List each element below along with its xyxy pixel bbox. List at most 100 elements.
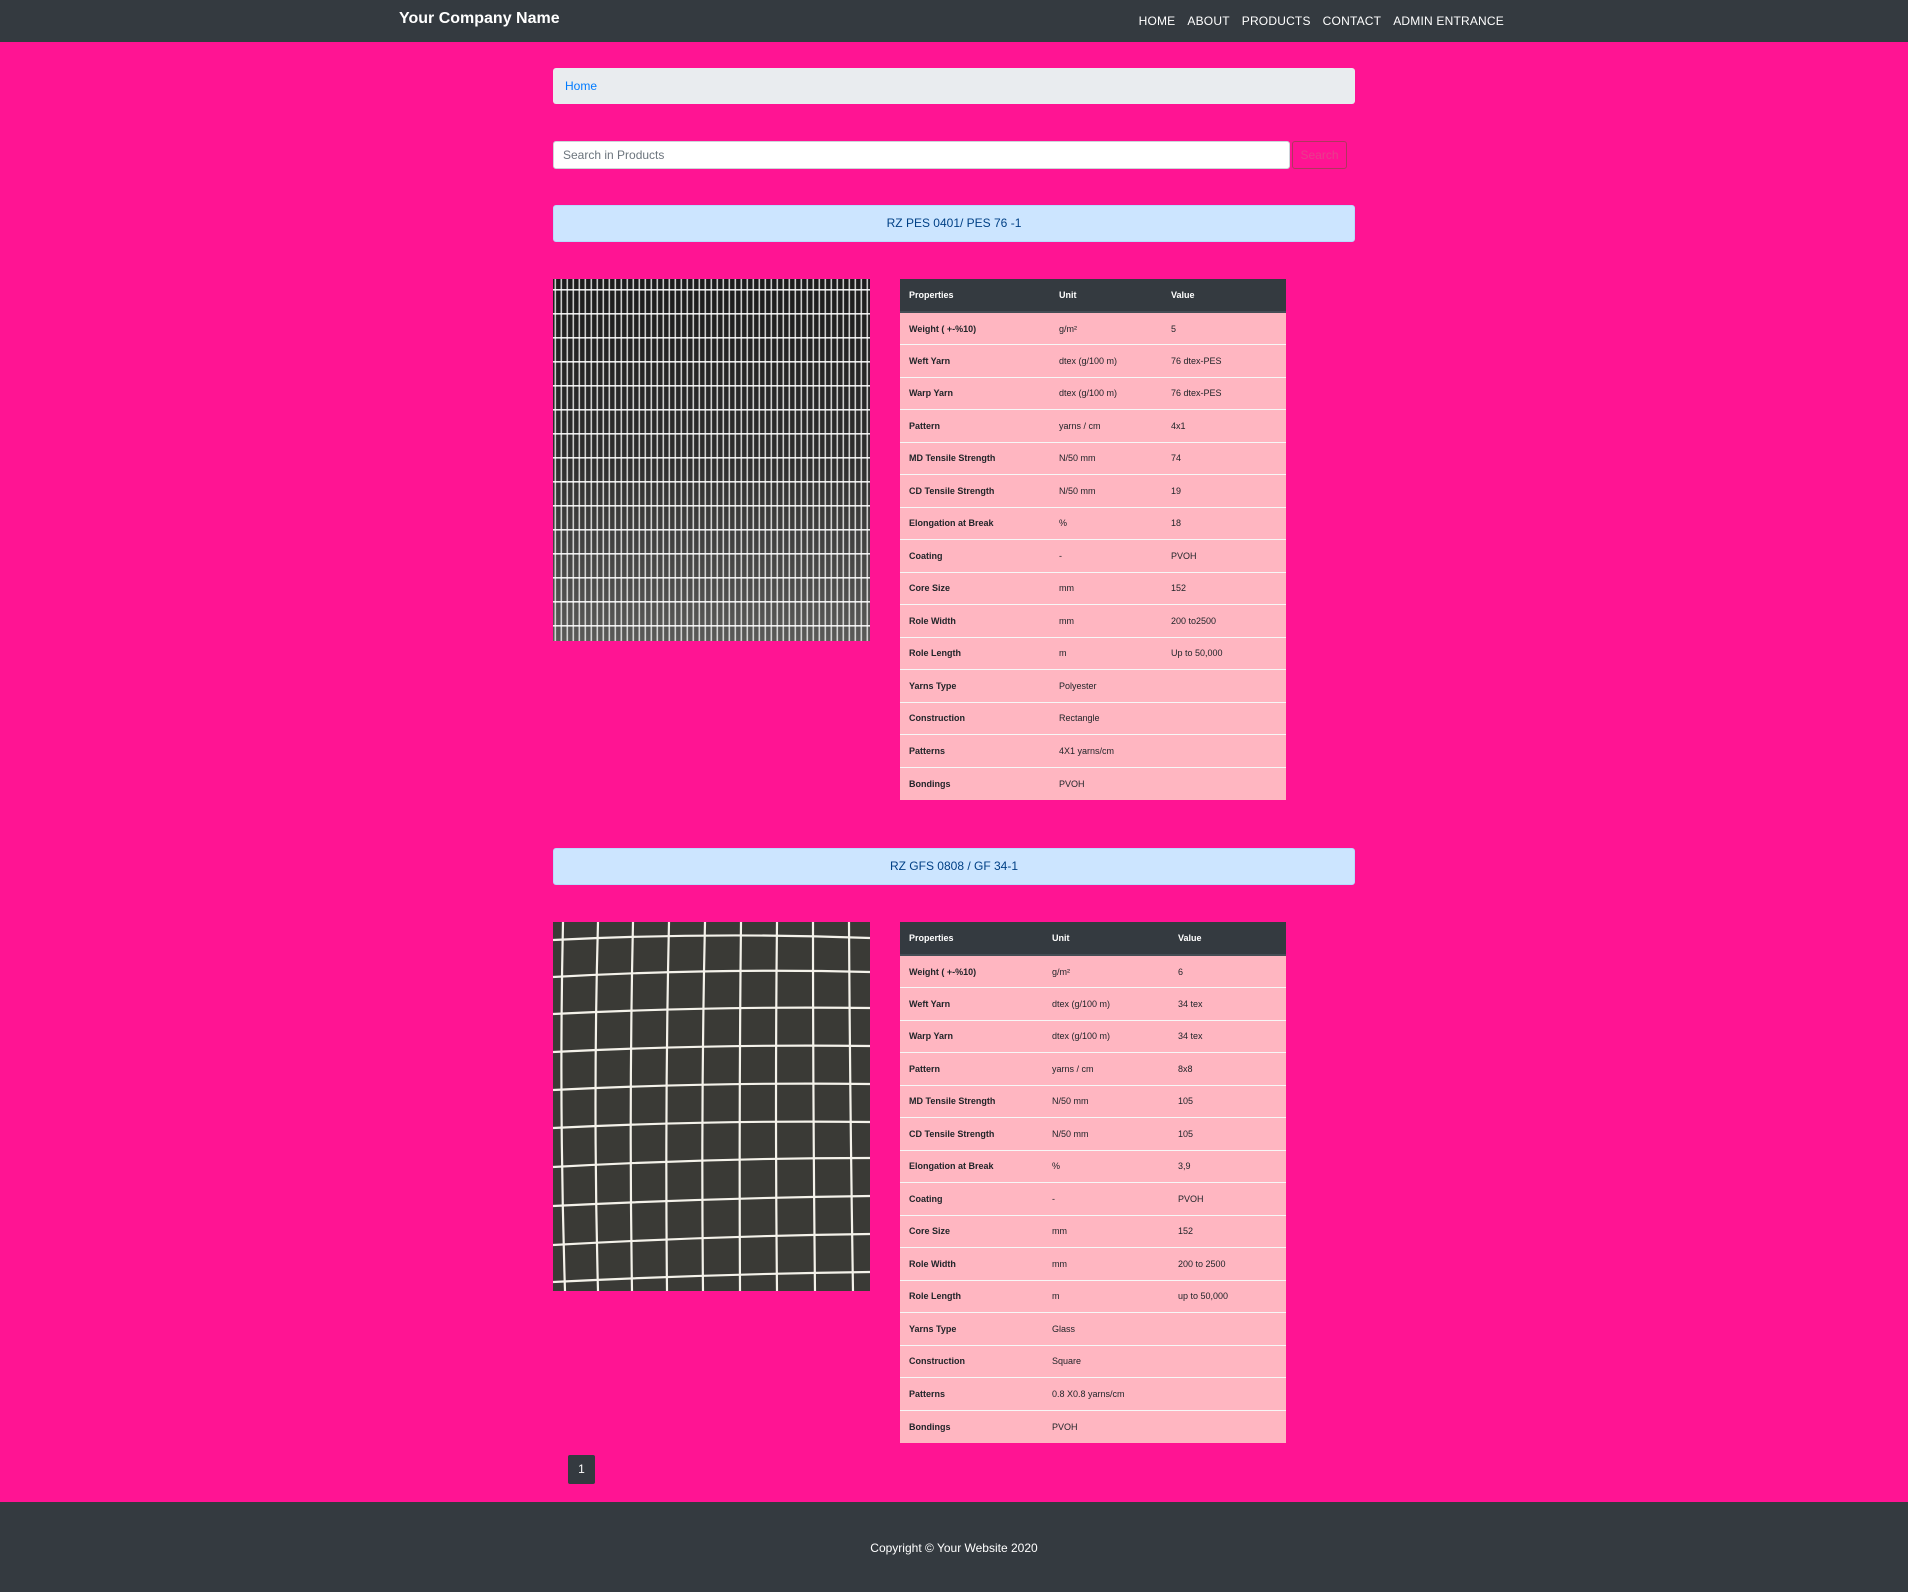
table-row: Weft Yarn dtex (g/100 m) 34 tex	[900, 987, 1286, 1020]
product-image-polyester-mesh	[553, 279, 870, 641]
table-row: Role Length m up to 50,000	[900, 1279, 1286, 1313]
nav-products-link[interactable]: PRODUCTS	[1242, 14, 1311, 28]
nav-contact-link[interactable]: CONTACT	[1323, 14, 1382, 28]
cell-prop: Warp Yarn	[900, 1019, 1043, 1053]
cell-value	[1169, 1409, 1286, 1443]
cell-prop: Weight ( +-%10)	[900, 954, 1043, 988]
cell-unit: mm	[1050, 604, 1162, 637]
cell-value	[1169, 1312, 1286, 1345]
cell-unit: dtex (g/100 m)	[1050, 376, 1162, 410]
table-row: Yarns Type Glass	[900, 1312, 1286, 1345]
cell-value: 4x1	[1162, 409, 1286, 442]
cell-unit: yarns / cm	[1043, 1052, 1169, 1085]
cell-prop: Construction	[900, 1344, 1043, 1378]
cell-unit: yarns / cm	[1050, 409, 1162, 442]
header-properties: Properties	[900, 922, 1043, 956]
header-value: Value	[1162, 279, 1286, 313]
cell-value: 200 to 2500	[1169, 1247, 1286, 1280]
cell-value: 74	[1162, 441, 1286, 475]
table-row: Patterns 0.8 X0.8 yarns/cm	[900, 1377, 1286, 1410]
top-navbar: Your Company Name HOME ABOUT PRODUCTS CO…	[0, 0, 1908, 42]
search-input[interactable]	[553, 141, 1290, 169]
specs-table-2: Properties Unit Value Weight ( +-%10) g/m…	[900, 922, 1286, 1443]
cell-unit: %	[1043, 1149, 1169, 1183]
nav-links: HOME ABOUT PRODUCTS CONTACT ADMIN ENTRAN…	[1139, 14, 1504, 28]
nav-about-link[interactable]: ABOUT	[1187, 14, 1229, 28]
cell-prop: Role Width	[900, 1247, 1043, 1280]
cell-unit: dtex (g/100 m)	[1050, 344, 1162, 377]
cell-unit: Square	[1043, 1344, 1169, 1378]
product-title: RZ GFS 0808 / GF 34-1	[553, 848, 1355, 885]
product-image-glass-mesh	[553, 922, 870, 1291]
cell-unit: dtex (g/100 m)	[1043, 987, 1169, 1020]
cell-value: 34 tex	[1169, 1019, 1286, 1053]
cell-unit: mm	[1043, 1247, 1169, 1280]
cell-prop: Elongation at Break	[900, 1149, 1043, 1183]
nav-admin-link[interactable]: ADMIN ENTRANCE	[1393, 14, 1504, 28]
cell-value: 18	[1162, 506, 1286, 540]
pagination-page-1[interactable]: 1	[568, 1455, 595, 1484]
table-row: Weight ( +-%10) g/m² 6	[900, 954, 1286, 988]
cell-unit: 4X1 yarns/cm	[1050, 734, 1162, 767]
cell-value: PVOH	[1162, 539, 1286, 572]
cell-unit: N/50 mm	[1050, 474, 1162, 507]
cell-value: 19	[1162, 474, 1286, 507]
table-row: MD Tensile Strength N/50 mm 74	[900, 441, 1286, 475]
cell-value	[1162, 701, 1286, 735]
cell-prop: CD Tensile Strength	[900, 474, 1050, 507]
header-properties: Properties	[900, 279, 1050, 313]
table-row: Core Size mm 152	[900, 571, 1286, 605]
cell-value: 105	[1169, 1084, 1286, 1118]
table-row: Bondings PVOH	[900, 766, 1286, 800]
cell-unit: N/50 mm	[1043, 1117, 1169, 1150]
table-row: Bondings PVOH	[900, 1409, 1286, 1443]
cell-value	[1169, 1377, 1286, 1410]
table-row: Coating - PVOH	[900, 539, 1286, 572]
product-title: RZ PES 0401/ PES 76 -1	[553, 205, 1355, 242]
table-row: Patterns 4X1 yarns/cm	[900, 734, 1286, 767]
cell-prop: Construction	[900, 701, 1050, 735]
cell-prop: Core Size	[900, 1214, 1043, 1248]
cell-value	[1162, 766, 1286, 800]
cell-value: 76 dtex-PES	[1162, 376, 1286, 410]
mesh-image-1	[553, 279, 870, 641]
cell-prop: MD Tensile Strength	[900, 1084, 1043, 1118]
table-row: MD Tensile Strength N/50 mm 105	[900, 1084, 1286, 1118]
cell-unit: mm	[1043, 1214, 1169, 1248]
cell-unit: 0.8 X0.8 yarns/cm	[1043, 1377, 1169, 1410]
cell-unit: PVOH	[1043, 1409, 1169, 1443]
cell-value: 200 to2500	[1162, 604, 1286, 637]
table-row: Role Length m Up to 50,000	[900, 636, 1286, 670]
search-button[interactable]: Search	[1292, 141, 1347, 169]
header-value: Value	[1169, 922, 1286, 956]
cell-value: 105	[1169, 1117, 1286, 1150]
cell-unit: -	[1043, 1182, 1169, 1215]
cell-prop: Pattern	[900, 409, 1050, 442]
cell-prop: Yarns Type	[900, 669, 1050, 702]
cell-prop: Warp Yarn	[900, 376, 1050, 410]
cell-value: 152	[1169, 1214, 1286, 1248]
mesh-image-2	[553, 922, 870, 1291]
specs-table-1: Properties Unit Value Weight ( +-%10) g/m…	[900, 279, 1286, 800]
table-row: Core Size mm 152	[900, 1214, 1286, 1248]
table-row: CD Tensile Strength N/50 mm 105	[900, 1117, 1286, 1150]
cell-unit: g/m²	[1043, 954, 1169, 988]
cell-prop: MD Tensile Strength	[900, 441, 1050, 475]
cell-unit: g/m²	[1050, 311, 1162, 345]
cell-prop: Coating	[900, 1182, 1043, 1215]
cell-value: 5	[1162, 311, 1286, 345]
cell-prop: Weft Yarn	[900, 344, 1050, 377]
brand-name[interactable]: Your Company Name	[399, 10, 560, 28]
footer: Copyright © Your Website 2020	[0, 1502, 1908, 1592]
breadcrumb: Home	[553, 68, 1355, 104]
table-row: Elongation at Break% 3,9	[900, 1149, 1286, 1183]
nav-home-link[interactable]: HOME	[1139, 14, 1176, 28]
cell-prop: Role Length	[900, 636, 1050, 670]
cell-unit: m	[1050, 636, 1162, 670]
cell-value: 34 tex	[1169, 987, 1286, 1020]
breadcrumb-home-link[interactable]: Home	[565, 79, 597, 93]
cell-prop: Patterns	[900, 1377, 1043, 1410]
table-header-row: Properties Unit Value	[900, 279, 1286, 313]
cell-unit: -	[1050, 539, 1162, 572]
cell-value: Up to 50,000	[1162, 636, 1286, 670]
